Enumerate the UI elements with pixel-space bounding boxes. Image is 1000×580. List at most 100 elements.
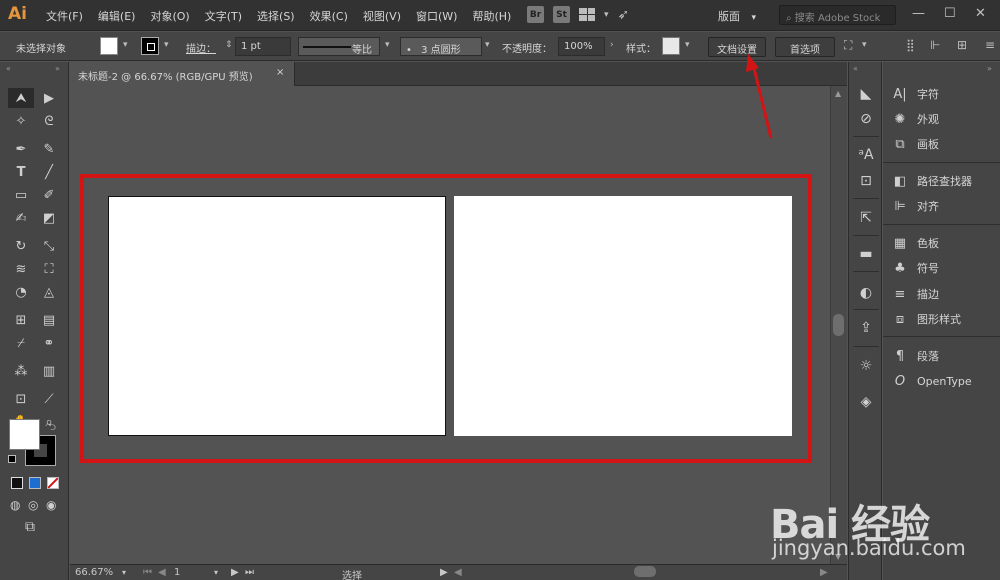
menu-window[interactable]: 窗口(W)	[416, 8, 457, 24]
line-tool-icon[interactable]: ╱	[36, 162, 62, 182]
symbol-sprayer-tool-icon[interactable]: ⁂	[8, 361, 34, 381]
eyedropper-tool-icon[interactable]: ⌿	[8, 333, 34, 353]
transform-icon[interactable]: ⊩	[930, 38, 940, 52]
stepper-icon[interactable]: ⇕	[225, 40, 233, 50]
scale-tool-icon[interactable]: ⤡	[36, 236, 62, 256]
align-target-icon[interactable]: ⛶	[844, 38, 852, 53]
isolate-icon[interactable]: ⊞	[957, 38, 967, 52]
gradient-panel-icon[interactable]: ▬	[857, 245, 875, 263]
rectangle-tool-icon[interactable]: ▭	[8, 185, 34, 205]
menu-type[interactable]: 文字(T)	[205, 8, 242, 24]
paragraph-styles-icon[interactable]: ⊡	[857, 172, 875, 190]
menu-view[interactable]: 视图(V)	[363, 8, 401, 24]
expand-icon[interactable]: «	[853, 64, 858, 73]
swap-colors-icon[interactable]: ⮌	[48, 420, 56, 437]
collapse-icon[interactable]: «	[6, 64, 11, 73]
selection-tool-icon[interactable]: ⮝	[8, 88, 34, 108]
none-mode-icon[interactable]	[47, 477, 59, 489]
column-graph-tool-icon[interactable]: ▥	[36, 361, 62, 381]
stock-button[interactable]: St	[553, 6, 570, 23]
chevron-down-icon[interactable]: ▾	[485, 40, 490, 50]
stroke-label[interactable]: 描边：	[186, 40, 216, 55]
brushes-icon[interactable]: ◐	[857, 284, 875, 302]
artboard-number[interactable]: 1	[174, 567, 180, 578]
brush-definition[interactable]: • 3 点圆形	[400, 37, 482, 56]
shape-builder-tool-icon[interactable]: ◔	[8, 282, 34, 302]
chevron-down-icon[interactable]: ▾	[122, 568, 126, 577]
close-icon[interactable]: ✕	[975, 6, 986, 21]
default-colors-icon[interactable]	[8, 455, 16, 463]
arrange-documents-icon[interactable]	[579, 8, 595, 21]
collapse-icon[interactable]: »	[55, 64, 60, 73]
screen-mode-icon[interactable]: ⧉	[25, 519, 35, 535]
asset-export-icon[interactable]: ⇪	[857, 319, 875, 337]
first-artboard-icon[interactable]: ⏮	[143, 567, 152, 578]
draw-normal-icon[interactable]: ◍	[10, 498, 20, 512]
close-tab-icon[interactable]: ×	[276, 67, 284, 78]
artboard-tool-icon[interactable]: ⊡	[8, 389, 34, 409]
panel-align[interactable]: ⊫ 对齐	[892, 196, 939, 216]
zoom-level[interactable]: 66.67%	[75, 567, 113, 578]
magic-wand-tool-icon[interactable]: ✧	[8, 111, 34, 131]
paintbrush-tool-icon[interactable]: ✐	[36, 185, 62, 205]
direct-selection-tool-icon[interactable]: ▶	[36, 88, 62, 108]
horizontal-scroll-thumb[interactable]	[634, 566, 656, 577]
rotate-tool-icon[interactable]: ↻	[8, 236, 34, 256]
export-icon[interactable]: ⇱	[857, 209, 875, 227]
pen-tool-icon[interactable]: ✒	[8, 139, 34, 159]
perspective-grid-tool-icon[interactable]: ◬	[36, 282, 62, 302]
panel-appearance[interactable]: ✺ 外观	[892, 109, 939, 129]
panel-stroke[interactable]: ≡ 描边	[892, 284, 939, 304]
minimize-icon[interactable]: —	[912, 6, 925, 21]
shaper-tool-icon[interactable]: ✍	[8, 208, 34, 228]
bridge-button[interactable]: Br	[527, 6, 544, 23]
chevron-right-icon[interactable]: ›	[610, 40, 614, 50]
panel-character[interactable]: A| 字符	[892, 84, 939, 104]
last-artboard-icon[interactable]: ⏭	[245, 567, 254, 578]
chevron-down-icon[interactable]: ▾	[604, 10, 609, 20]
lasso-tool-icon[interactable]: ᘓ	[36, 111, 62, 131]
stock-search-input[interactable]: ⌕ 搜索 Adobe Stock	[779, 5, 896, 25]
blend-tool-icon[interactable]: ⚭	[36, 333, 62, 353]
collapse-icon[interactable]: »	[987, 64, 992, 73]
gpu-performance-icon[interactable]: ➶	[618, 7, 634, 23]
fill-color-icon[interactable]	[9, 419, 40, 450]
menu-edit[interactable]: 编辑(E)	[98, 8, 136, 24]
opacity-field[interactable]: 100%	[558, 37, 605, 56]
vertical-scroll-thumb[interactable]	[833, 314, 844, 336]
artboard-2[interactable]	[454, 196, 792, 436]
document-tab[interactable]: 未标题-2 @ 66.67% (RGB/GPU 预览)	[70, 62, 295, 86]
workspace-switcher[interactable]: 版面 ▾	[718, 8, 756, 24]
color-guide-icon[interactable]: ◣	[857, 85, 875, 103]
panel-graphic-styles[interactable]: ⧈ 图形样式	[892, 309, 961, 329]
chevron-down-icon[interactable]: ▾	[123, 40, 128, 50]
draw-behind-icon[interactable]: ◎	[28, 498, 38, 512]
panel-paragraph[interactable]: ¶ 段落	[892, 346, 939, 366]
gradient-mode-icon[interactable]	[29, 477, 41, 489]
mesh-tool-icon[interactable]: ⊞	[8, 310, 34, 330]
color-panel-icon[interactable]: ☼	[857, 357, 875, 375]
graphic-style-swatch[interactable]	[662, 37, 680, 55]
panel-swatches[interactable]: ▦ 色板	[892, 233, 939, 253]
chevron-down-icon[interactable]: ▾	[164, 40, 169, 50]
opacity-label[interactable]: 不透明度：	[502, 40, 552, 55]
free-transform-tool-icon[interactable]: ⛶	[36, 259, 62, 279]
distribute-icon[interactable]: ⣿	[906, 38, 915, 52]
menu-file[interactable]: 文件(F)	[46, 8, 83, 24]
color-mode-icon[interactable]	[11, 477, 23, 489]
type-tool-icon[interactable]: T	[8, 162, 34, 182]
transparency-icon[interactable]: ⊘	[857, 110, 875, 128]
panel-symbols[interactable]: ♣ 符号	[892, 258, 939, 278]
layers-icon[interactable]: ◈	[857, 393, 875, 411]
menu-effect[interactable]: 效果(C)	[310, 8, 348, 24]
panel-artboards[interactable]: ⧉ 画板	[892, 134, 939, 154]
next-artboard-icon[interactable]: ▶	[231, 567, 239, 578]
gradient-tool-icon[interactable]: ▤	[36, 310, 62, 330]
character-styles-icon[interactable]: ᵃA	[857, 146, 875, 164]
maximize-icon[interactable]: ☐	[944, 6, 956, 21]
chevron-down-icon[interactable]: ▾	[862, 40, 867, 50]
panel-menu-icon[interactable]: ≡	[985, 38, 995, 52]
fill-swatch[interactable]	[100, 37, 118, 55]
previous-artboard-icon[interactable]: ◀	[158, 567, 166, 578]
chevron-down-icon[interactable]: ▾	[685, 40, 690, 50]
